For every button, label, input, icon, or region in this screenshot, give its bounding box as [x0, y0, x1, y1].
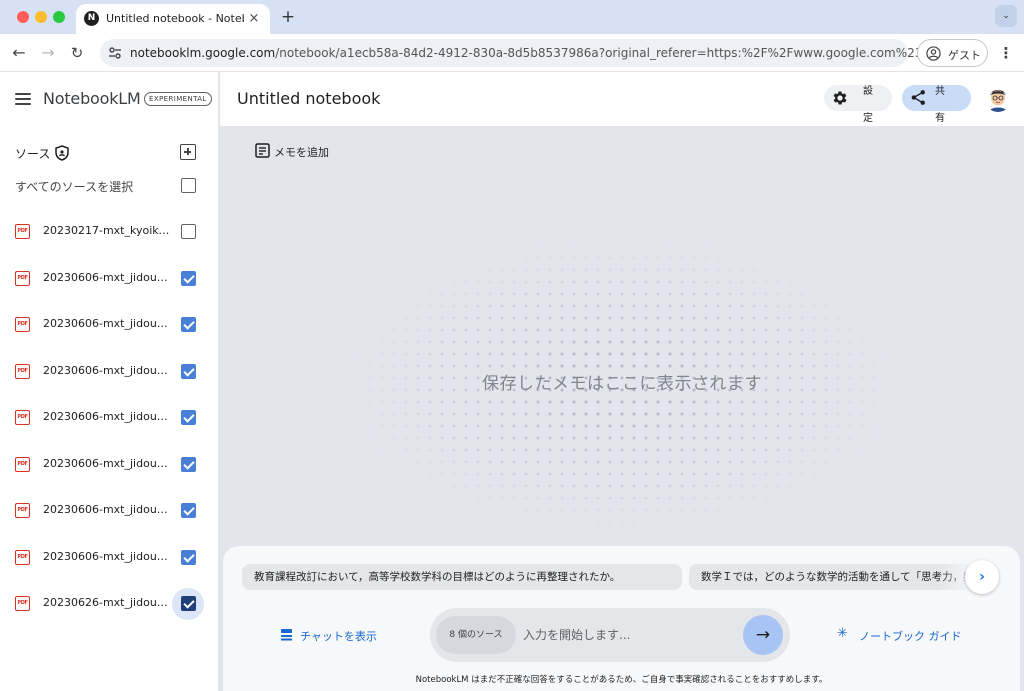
source-checkbox[interactable]	[181, 457, 196, 472]
source-checkbox[interactable]	[181, 224, 196, 239]
suggested-question-1[interactable]: 教育課程改訂において，高等学校数学科の目標はどのように再整理されたか。	[242, 564, 682, 590]
notebooklm-favicon-icon: N	[84, 11, 99, 26]
window-close-button[interactable]	[17, 11, 29, 23]
source-item[interactable]: PDF 20230606-mxt_jidou01-000030100_2.pdf	[0, 305, 218, 345]
source-checkbox[interactable]	[181, 596, 196, 611]
forward-button[interactable]: →	[38, 43, 58, 63]
source-name: 20230606-mxt_jidou01-000030100_3.pdf	[43, 364, 170, 377]
source-item[interactable]: PDF 20230606-mxt_jidou01-000030100_7.pdf	[0, 538, 218, 578]
source-item[interactable]: PDF 20230626-mxt_jidou01-000030500_1.pdf	[0, 584, 218, 624]
pdf-icon: PDF	[15, 596, 30, 611]
tab-search-button[interactable]: ⌄	[995, 5, 1017, 27]
url-text: notebooklm.google.com/notebook/a1ecb58a-…	[130, 46, 922, 60]
address-bar[interactable]: notebooklm.google.com/notebook/a1ecb58a-…	[100, 39, 922, 67]
user-avatar[interactable]	[984, 84, 1012, 112]
note-add-icon	[255, 143, 270, 158]
source-item[interactable]: PDF 20230606-mxt_jidou01-000030100_1.pdf	[0, 259, 218, 299]
guest-label: ゲスト	[948, 49, 981, 62]
person-icon	[926, 46, 941, 61]
experimental-badge: EXPERIMENTAL	[144, 92, 212, 106]
send-button[interactable]: →	[743, 615, 783, 655]
new-tab-button[interactable]: +	[278, 7, 298, 27]
sources-heading: ソース	[15, 147, 51, 161]
back-button[interactable]: ←	[9, 43, 29, 63]
browser-tab[interactable]: N Untitled notebook - NotebookLM ×	[76, 4, 270, 34]
source-checkbox[interactable]	[181, 503, 196, 518]
source-name: 20230606-mxt_jidou01-000030100_1.pdf	[43, 271, 170, 284]
notebook-guide-label: ノートブック ガイド	[859, 630, 962, 643]
url-path: /notebook/a1ecb58a-84d2-4912-830a-8d5b85…	[275, 46, 923, 60]
empty-notes-message: 保存したメモはここに表示されます	[482, 374, 762, 394]
chat-input-bar: 8 個のソース →	[430, 608, 790, 662]
sparkle-icon: ✳	[837, 626, 848, 641]
source-checkbox[interactable]	[181, 364, 196, 379]
window-minimize-button[interactable]	[35, 11, 47, 23]
accuracy-disclaimer: NotebookLM はまだ不正確な回答をすることがあるため、ご自身で事実確認さ…	[415, 675, 828, 685]
chat-icon	[281, 629, 292, 641]
sources-sidebar: NotebookLM EXPERIMENTAL ソース すべてのソースを選択 P…	[0, 72, 219, 691]
chat-input[interactable]	[523, 620, 733, 650]
pdf-icon: PDF	[15, 457, 30, 472]
source-name: 20230606-mxt_jidou01-000030100_7.pdf	[43, 550, 170, 563]
window-zoom-button[interactable]	[53, 11, 65, 23]
guest-profile-button[interactable]: ゲスト	[917, 39, 988, 67]
pdf-icon: PDF	[15, 317, 30, 332]
source-item[interactable]: PDF 20230606-mxt_jidou01-000030100_3.pdf	[0, 352, 218, 392]
pdf-icon: PDF	[15, 224, 30, 239]
source-checkbox[interactable]	[181, 410, 196, 425]
browser-menu-icon[interactable]: ⋮	[996, 43, 1016, 63]
settings-button[interactable]: 設定	[824, 85, 892, 124]
reload-button[interactable]: ↻	[67, 43, 87, 63]
tab-title: Untitled notebook - NotebookLM	[106, 12, 244, 25]
tab-close-icon[interactable]: ×	[246, 11, 262, 27]
app-logo[interactable]: NotebookLM	[43, 89, 141, 108]
pdf-icon: PDF	[15, 503, 30, 518]
menu-icon[interactable]	[15, 93, 31, 105]
source-item[interactable]: PDF 20230606-mxt_jidou01-000030100_4.pdf	[0, 398, 218, 438]
source-checkbox[interactable]	[181, 271, 196, 286]
add-source-button[interactable]	[180, 144, 196, 160]
browser-tab-bar: N Untitled notebook - NotebookLM × + ⌄	[0, 0, 1024, 34]
shield-icon[interactable]	[55, 145, 69, 161]
source-count-chip[interactable]: 8 個のソース	[436, 616, 516, 654]
url-host: notebooklm.google.com	[130, 46, 276, 60]
source-name: 20230217-mxt_kyoiku01-000028984_1.pdf	[43, 224, 170, 237]
pdf-icon: PDF	[15, 410, 30, 425]
share-button[interactable]: 共有	[902, 85, 971, 124]
show-chat-label: チャットを表示	[300, 630, 377, 643]
source-item[interactable]: PDF 20230606-mxt_jidou01-000030100_5.pdf	[0, 445, 218, 485]
chat-panel: 教育課程改訂において，高等学校数学科の目標はどのように再整理されたか。 数学Ｉで…	[223, 546, 1020, 691]
gear-icon	[833, 91, 847, 105]
settings-label: 設定	[863, 86, 873, 124]
source-name: 20230606-mxt_jidou01-000030100_4.pdf	[43, 410, 170, 423]
source-checkbox[interactable]	[181, 550, 196, 565]
next-suggestions-button[interactable]: ›	[965, 560, 999, 594]
notebook-header: Untitled notebook 設定 共有	[220, 72, 1024, 126]
select-all-label: すべてのソースを選択	[15, 180, 134, 194]
source-item[interactable]: PDF 20230606-mxt_jidou01-000030100_6.pdf	[0, 491, 218, 531]
share-label: 共有	[935, 86, 945, 124]
notes-area: Untitled notebook 設定 共有 メモを追加 保存したメモはここに…	[220, 72, 1024, 691]
add-memo-label: メモを追加	[274, 146, 329, 159]
avatar-illustration	[984, 84, 1012, 112]
source-name: 20230626-mxt_jidou01-000030500_1.pdf	[43, 596, 170, 609]
select-all-checkbox[interactable]	[181, 178, 196, 193]
source-name: 20230606-mxt_jidou01-000030100_6.pdf	[43, 503, 170, 516]
site-settings-icon[interactable]	[107, 45, 123, 61]
source-name: 20230606-mxt_jidou01-000030100_2.pdf	[43, 317, 170, 330]
source-name: 20230606-mxt_jidou01-000030100_5.pdf	[43, 457, 170, 470]
notebook-title[interactable]: Untitled notebook	[237, 89, 380, 108]
pdf-icon: PDF	[15, 271, 30, 286]
browser-toolbar: ← → ↻ notebooklm.google.com/notebook/a1e…	[0, 34, 1024, 72]
share-icon	[911, 90, 925, 105]
suggested-question-2[interactable]: 数学Ｉでは，どのような数学的活動を通して「思考力，判断力，表現力」を育成するのか…	[689, 564, 979, 590]
pdf-icon: PDF	[15, 550, 30, 565]
source-checkbox[interactable]	[181, 317, 196, 332]
pdf-icon: PDF	[15, 364, 30, 379]
source-item[interactable]: PDF 20230217-mxt_kyoiku01-000028984_1.pdf	[0, 212, 218, 252]
